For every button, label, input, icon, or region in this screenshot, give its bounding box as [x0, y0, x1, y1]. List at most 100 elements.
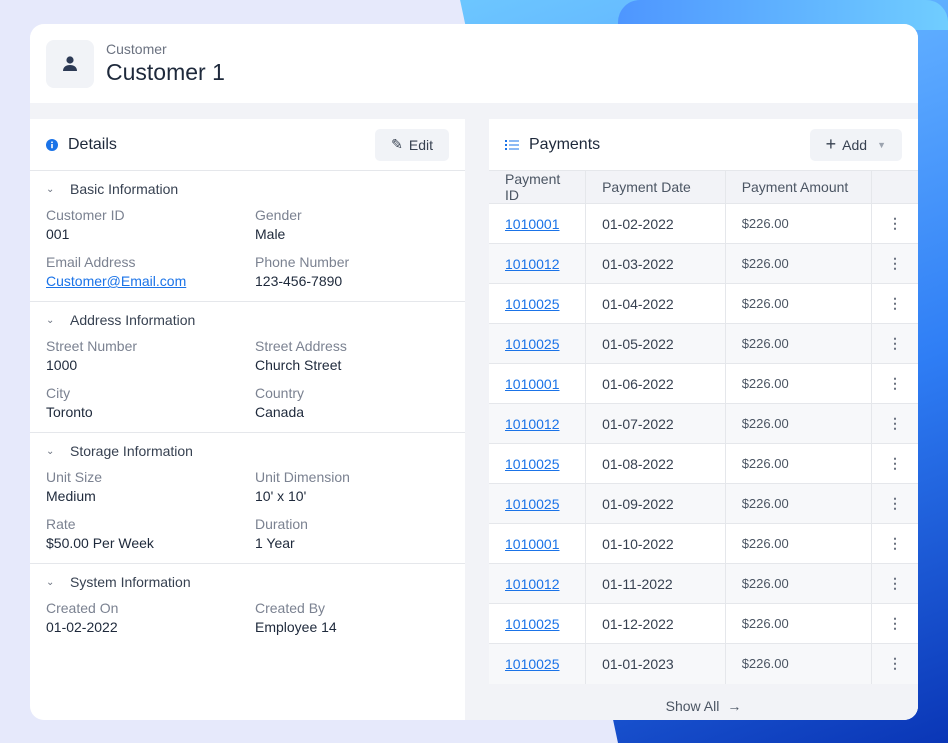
- more-options-icon[interactable]: ⋮: [871, 403, 918, 444]
- more-options-icon[interactable]: ⋮: [871, 483, 918, 524]
- field-label: Email Address: [46, 254, 136, 270]
- caret-down-icon: ▼: [877, 139, 886, 150]
- field-value: 001: [46, 226, 70, 242]
- field: Created By Employee 14: [255, 600, 445, 635]
- field-value: Medium: [46, 488, 96, 504]
- email-link[interactable]: Customer@Email.com: [46, 273, 255, 289]
- field-value: 123-456-7890: [255, 273, 343, 289]
- more-options-icon[interactable]: ⋮: [871, 363, 918, 404]
- table-row: 1010012 01-11-2022 $226.00 ⋮: [489, 563, 918, 604]
- more-options-icon[interactable]: ⋮: [871, 563, 918, 604]
- payment-amount: $226.00: [725, 603, 873, 644]
- payment-amount: $226.00: [725, 243, 873, 284]
- more-options-icon[interactable]: ⋮: [871, 283, 918, 324]
- details-section: ⌄ Basic Information Customer ID 001 Gender Ma…: [30, 171, 465, 302]
- section-toggle[interactable]: ⌄ System Information: [46, 574, 449, 590]
- field-label: Gender: [255, 207, 302, 223]
- field-label: Street Address: [255, 338, 347, 354]
- payment-amount: $226.00: [725, 203, 873, 244]
- section-title: System Information: [70, 574, 191, 590]
- payment-id-link[interactable]: 1010001: [505, 216, 560, 232]
- payment-id-link[interactable]: 1010025: [505, 456, 560, 472]
- details-section: ⌄ Storage Information Unit Size Medium Unit …: [30, 433, 465, 564]
- payment-date: 01-07-2022: [585, 403, 726, 444]
- chevron-down-icon: ⌄: [46, 183, 55, 195]
- table-row: 1010001 01-10-2022 $226.00 ⋮: [489, 523, 918, 564]
- section-title: Storage Information: [70, 443, 193, 459]
- payment-id-link[interactable]: 1010012: [505, 256, 560, 272]
- field-label: Rate: [46, 516, 76, 532]
- field-value: Church Street: [255, 357, 342, 373]
- avatar: [46, 39, 94, 88]
- more-options-icon[interactable]: ⋮: [871, 323, 918, 364]
- table-row: 1010025 01-01-2023 $226.00 ⋮: [489, 643, 918, 684]
- payment-id-link[interactable]: 1010025: [505, 616, 560, 632]
- field-value: 10' x 10': [255, 488, 307, 504]
- show-all-label: Show All: [665, 697, 720, 714]
- payment-date: 01-03-2022: [585, 243, 726, 284]
- arrow-right-icon: →: [727, 697, 742, 714]
- section-toggle[interactable]: ⌄ Basic Information: [46, 181, 449, 197]
- chevron-down-icon: ⌄: [46, 445, 55, 457]
- column-header-payment-id[interactable]: Payment ID: [489, 171, 587, 204]
- payment-amount: $226.00: [725, 403, 873, 444]
- field-label: Unit Size: [46, 469, 103, 485]
- payments-title: Payments: [529, 135, 601, 153]
- more-options-icon[interactable]: ⋮: [871, 603, 918, 644]
- payment-id-link[interactable]: 1010001: [505, 536, 560, 552]
- edit-label: Edit: [408, 136, 433, 153]
- payment-id-link[interactable]: 1010001: [505, 376, 560, 392]
- plus-icon: +: [825, 134, 837, 154]
- info-icon: [46, 138, 58, 151]
- add-payment-button[interactable]: + Add ▼: [809, 128, 902, 161]
- chevron-down-icon: ⌄: [46, 314, 55, 326]
- page-subtitle: Customer: [106, 41, 167, 57]
- field: Created On 01-02-2022: [46, 600, 255, 635]
- page-title: Customer 1: [106, 59, 225, 85]
- field: Email Address Customer@Email.com: [46, 254, 255, 289]
- field: Street Address Church Street: [255, 338, 445, 373]
- field-label: Customer ID: [46, 207, 125, 223]
- payment-id-link[interactable]: 1010025: [505, 296, 560, 312]
- chevron-down-icon: ⌄: [46, 576, 55, 588]
- payment-date: 01-01-2023: [585, 643, 726, 684]
- field: Street Number 1000: [46, 338, 255, 373]
- payment-amount: $226.00: [725, 563, 873, 604]
- field-label: Phone Number: [255, 254, 350, 270]
- page-header: Customer Customer 1: [30, 24, 918, 103]
- show-all-button[interactable]: Show All →: [489, 683, 918, 720]
- field-value: Toronto: [46, 404, 93, 420]
- table-row: 1010001 01-06-2022 $226.00 ⋮: [489, 363, 918, 404]
- customer-card: Customer Customer 1 Details ✎ Edit ⌄ Basi…: [30, 24, 918, 720]
- payment-date: 01-02-2022: [585, 203, 726, 244]
- column-header-payment-date[interactable]: Payment Date: [585, 171, 726, 204]
- add-label: Add: [842, 136, 868, 153]
- field: Phone Number 123-456-7890: [255, 254, 445, 289]
- section-toggle[interactable]: ⌄ Address Information: [46, 312, 449, 328]
- payment-id-link[interactable]: 1010025: [505, 656, 560, 672]
- table-row: 1010025 01-05-2022 $226.00 ⋮: [489, 323, 918, 364]
- payment-date: 01-10-2022: [585, 523, 726, 564]
- more-options-icon[interactable]: ⋮: [871, 643, 918, 684]
- section-toggle[interactable]: ⌄ Storage Information: [46, 443, 449, 459]
- more-options-icon[interactable]: ⋮: [871, 243, 918, 284]
- payment-id-link[interactable]: 1010012: [505, 416, 560, 432]
- field-value: Male: [255, 226, 286, 242]
- payment-id-link[interactable]: 1010012: [505, 576, 560, 592]
- payment-id-link[interactable]: 1010025: [505, 496, 560, 512]
- field: Gender Male: [255, 207, 445, 242]
- more-options-icon[interactable]: ⋮: [871, 203, 918, 244]
- field: Duration 1 Year: [255, 516, 445, 551]
- field: City Toronto: [46, 385, 255, 420]
- payment-id-link[interactable]: 1010025: [505, 336, 560, 352]
- section-title: Basic Information: [70, 181, 179, 197]
- table-row: 1010012 01-03-2022 $226.00 ⋮: [489, 243, 918, 284]
- more-options-icon[interactable]: ⋮: [871, 523, 918, 564]
- field-value: $50.00 Per Week: [46, 535, 154, 551]
- field-value: Employee 14: [255, 619, 337, 635]
- column-header-payment-amount[interactable]: Payment Amount: [725, 171, 873, 204]
- payment-date: 01-06-2022: [585, 363, 726, 404]
- edit-button[interactable]: ✎ Edit: [375, 128, 449, 161]
- more-options-icon[interactable]: ⋮: [871, 443, 918, 484]
- payment-amount: $226.00: [725, 323, 873, 364]
